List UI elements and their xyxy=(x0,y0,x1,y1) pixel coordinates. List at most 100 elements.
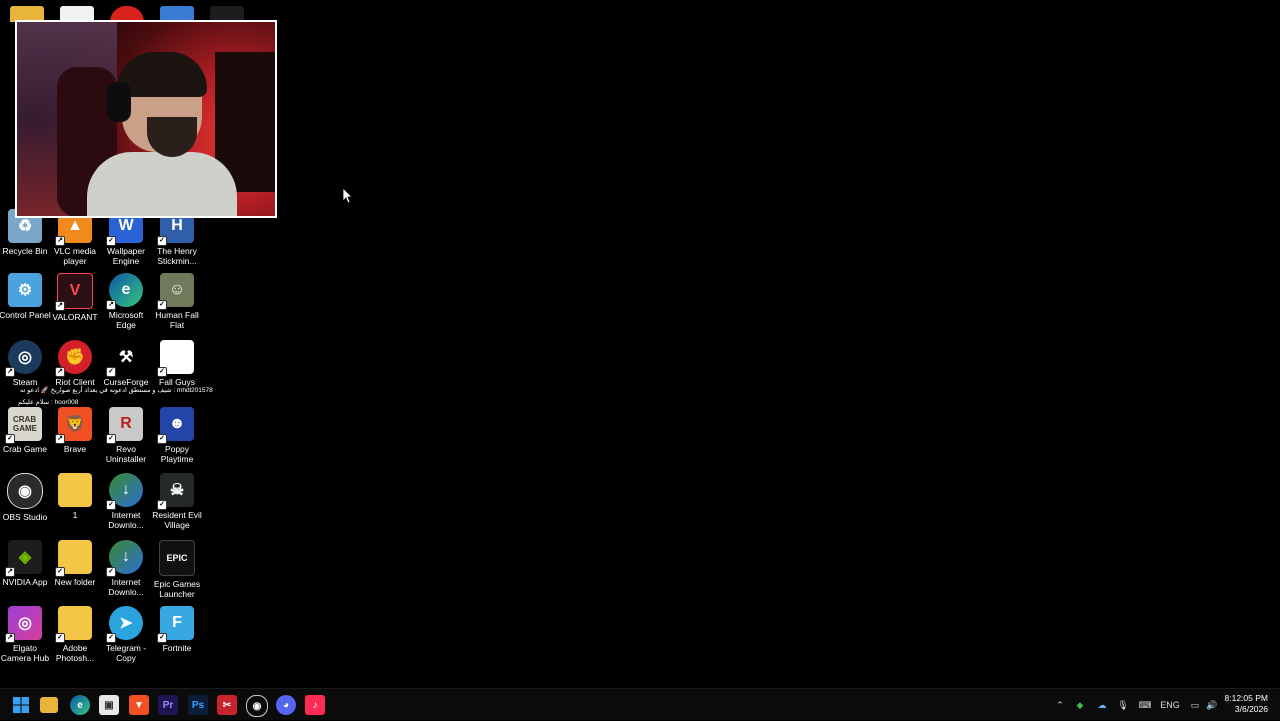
poppy-playtime-icon: ☻ ✓ xyxy=(158,407,194,443)
headset xyxy=(107,82,131,122)
icon-label: Wallpaper Engine xyxy=(107,246,145,266)
premiere-pro-icon: Pr xyxy=(162,699,174,711)
idm-globe-icon: ↓ ✓ xyxy=(107,473,143,509)
desktop-icon-internet-download-1[interactable]: ↓ ✓ Internet Downlo... xyxy=(101,473,151,530)
icon-label: Elgato Camera Hub xyxy=(0,643,50,663)
icon-label: OBS Studio xyxy=(2,512,48,522)
clock-date: 3/6/2026 xyxy=(1234,704,1268,714)
desktop-icon-steam[interactable]: ◎ ↗ Steam xyxy=(0,340,50,387)
desktop-icon-nvidia-app[interactable]: ◈ ↗ NVIDIA App xyxy=(0,540,50,587)
taskbar: e ▣ ▼ Pr Ps ✂ ◉ ◕ ♪ ⌃ ◆ ☁ 🎙 ⌨ ENG ▭ 🔊 8:… xyxy=(0,688,1280,720)
taskbar-brave[interactable]: ▼ xyxy=(129,695,149,715)
tiktok-icon: ♪ xyxy=(312,699,318,711)
taskbar-discord[interactable]: ◕ xyxy=(276,695,296,715)
taskbar-photoshop[interactable]: Ps xyxy=(188,695,208,715)
taskbar-edge[interactable]: e xyxy=(70,695,90,715)
icon-label: Control Panel xyxy=(0,310,51,320)
folder-icon xyxy=(58,473,92,507)
show-hidden-icons-button[interactable]: ⌃ xyxy=(1053,689,1067,721)
desktop-icon-resident-evil-village[interactable]: ☠ ✓ Resident Evil Village xyxy=(152,473,202,530)
desktop[interactable]: ♻ Recycle Bin ▲ ↗ VLC media player W ✓ Wal… xyxy=(0,0,1280,688)
icon-label: Microsoft Edge xyxy=(108,310,144,330)
desktop-icon-control-panel[interactable]: ⚙ Control Panel xyxy=(0,273,51,320)
icon-label: Resident Evil Village xyxy=(152,510,202,530)
desktop-icon-revo-uninstaller[interactable]: R ✓ Revo Uninstaller xyxy=(101,407,151,464)
webcam-overlay xyxy=(15,20,277,218)
tray-idm[interactable]: ◆ xyxy=(1073,689,1087,721)
edge-icon: e ↗ xyxy=(107,273,143,309)
obs-icon: ◉ xyxy=(7,473,43,509)
desktop-icon-internet-download-2[interactable]: ↓ ✓ Internet Downlo... xyxy=(101,540,151,597)
stream-chat-line: سلام عليكم : hoor008 xyxy=(18,399,79,406)
desktop-icon-crab-game[interactable]: CRAB GAME ✓ Crab Game xyxy=(0,407,50,454)
human-fall-flat-icon: ☺ ✓ xyxy=(158,273,194,309)
desktop-icon-epic-games[interactable]: EPIC Epic Games Launcher xyxy=(152,540,202,599)
cloud-icon: ☁ xyxy=(1097,699,1107,710)
elgato-camera-icon: ◎ ↗ xyxy=(6,606,42,642)
desktop-icon-brave[interactable]: 🦁 ↗ Brave xyxy=(50,407,100,454)
idm-globe-icon: ↓ ✓ xyxy=(107,540,143,576)
tray-volume[interactable]: 🔊 xyxy=(1205,689,1219,721)
desktop-icon-poppy-playtime[interactable]: ☻ ✓ Poppy Playtime xyxy=(152,407,202,464)
clock-time: 8:12:05 PM xyxy=(1224,693,1268,703)
taskbar-snipping-tool[interactable]: ✂ xyxy=(217,695,237,715)
desktop-icon-elgato-camera-hub[interactable]: ◎ ↗ Elgato Camera Hub xyxy=(0,606,50,663)
start-button[interactable] xyxy=(11,695,31,715)
monitor-icon: ▭ xyxy=(1190,699,1200,710)
icon-label: Adobe Photosh... xyxy=(55,643,95,663)
resident-evil-icon: ☠ ✓ xyxy=(158,473,194,509)
desktop-icon-edge[interactable]: e ↗ Microsoft Edge xyxy=(101,273,151,330)
tray-onedrive[interactable]: ☁ xyxy=(1095,689,1109,721)
icon-label: Fortnite xyxy=(162,643,192,653)
taskbar-tiktok-live-studio[interactable]: ♪ xyxy=(305,695,325,715)
desktop-icon-telegram[interactable]: ➤ ✓ Telegram - Copy xyxy=(101,606,151,663)
icon-label: Crab Game xyxy=(3,444,47,454)
desktop-icon-curseforge[interactable]: ⚒ ✓ CurseForge xyxy=(101,340,151,387)
folder-icon: ✓ xyxy=(56,540,92,576)
language-indicator[interactable]: ENG xyxy=(1158,689,1182,721)
desktop-icon-obs-studio[interactable]: ◉ OBS Studio xyxy=(0,473,50,522)
icon-label: Telegram - Copy xyxy=(105,643,147,663)
fortnite-icon: F ✓ xyxy=(158,606,194,642)
desktop-icon-new-folder[interactable]: ✓ New folder xyxy=(50,540,100,587)
photoshop-icon: Ps xyxy=(191,699,205,711)
stream-chat-line: شيف و مستطق ادعونه في بغداد أربع صواريخ … xyxy=(20,387,213,394)
icon-label: Revo Uninstaller xyxy=(105,444,147,464)
taskbar-store[interactable]: ▣ xyxy=(99,695,119,715)
curseforge-anvil-icon: ⚒ ✓ xyxy=(107,340,143,376)
desktop-icon-riot-client[interactable]: ✊ ↗ Riot Client xyxy=(50,340,100,387)
valorant-icon: V ↗ xyxy=(56,273,93,310)
desktop-icon-human-fall-flat[interactable]: ☺ ✓ Human Fall Flat xyxy=(152,273,202,330)
brave-lion-icon: ▼ xyxy=(134,699,144,711)
desktop-icon-valorant[interactable]: V ↗ VALORANT xyxy=(50,273,100,322)
desktop-icon-folder-1[interactable]: 1 xyxy=(50,473,100,520)
taskbar-obs[interactable]: ◉ xyxy=(246,695,268,717)
riot-fist-icon: ✊ ↗ xyxy=(56,340,92,376)
streamer-shirt xyxy=(87,152,237,216)
desktop-icon-fall-guys[interactable]: ✓ Fall Guys xyxy=(152,340,202,387)
brave-lion-icon: 🦁 ↗ xyxy=(56,407,92,443)
tray-microphone[interactable]: 🎙 xyxy=(1116,689,1130,721)
icon-label: Poppy Playtime xyxy=(160,444,194,464)
discord-icon: ◕ xyxy=(282,699,290,711)
edge-icon: e xyxy=(77,699,83,711)
tray-display[interactable]: ▭ xyxy=(1188,689,1202,721)
icon-label: Internet Downlo... xyxy=(108,510,144,530)
chevron-up-icon: ⌃ xyxy=(1056,699,1064,710)
taskbar-premiere-pro[interactable]: Pr xyxy=(158,695,178,715)
tray-keyboard[interactable]: ⌨ xyxy=(1138,689,1152,721)
taskbar-clock[interactable]: 8:12:05 PM 3/6/2026 xyxy=(1225,693,1268,715)
desktop-icon-adobe-photoshop-folder[interactable]: ✓ Adobe Photosh... xyxy=(50,606,100,663)
windows-logo-icon xyxy=(13,697,29,713)
icon-label: 1 xyxy=(72,510,78,520)
microphone-icon: 🎙 xyxy=(1117,699,1129,710)
blank-file-icon: ✓ xyxy=(158,340,194,376)
icon-label: Recycle Bin xyxy=(2,246,48,256)
revo-uninstaller-icon: R ✓ xyxy=(107,407,143,443)
icon-label: NVIDIA App xyxy=(2,577,48,587)
icon-label: VALORANT xyxy=(52,312,98,322)
taskbar-file-explorer[interactable] xyxy=(40,697,58,713)
mouse-cursor-icon xyxy=(343,188,353,204)
desktop-icon-fortnite[interactable]: F ✓ Fortnite xyxy=(152,606,202,653)
idm-tray-icon: ◆ xyxy=(1076,699,1084,710)
